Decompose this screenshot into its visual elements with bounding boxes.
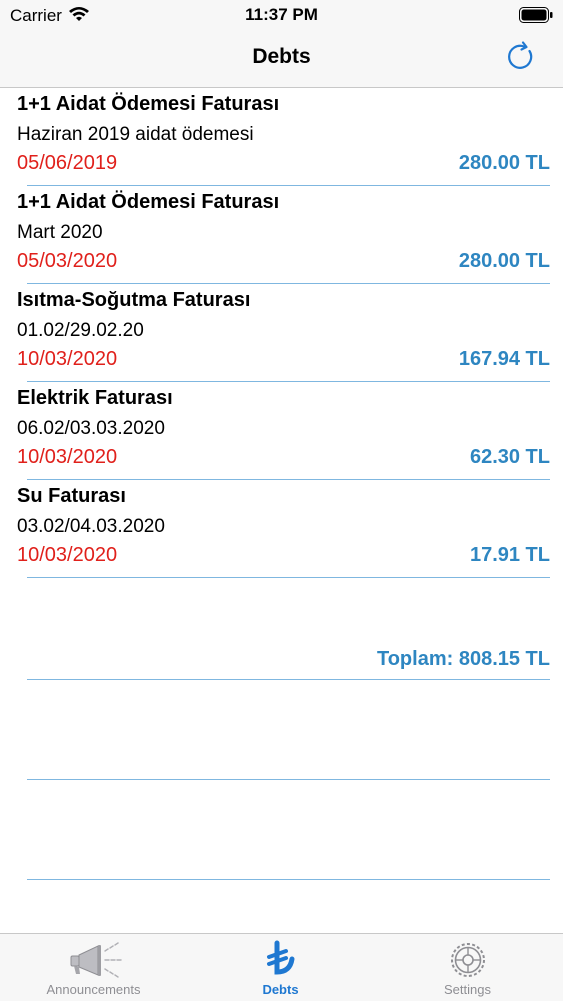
row-separator: [27, 879, 550, 880]
debt-row[interactable]: Elektrik Faturası 06.02/03.03.2020 10/03…: [0, 382, 563, 480]
tab-label: Debts: [262, 982, 299, 997]
status-bar: Carrier 11:37 PM: [0, 0, 563, 30]
tab-debts[interactable]: Debts: [187, 934, 374, 1001]
debt-description: Mart 2020: [17, 222, 103, 243]
page-title: Debts: [252, 45, 311, 68]
tab-label: Announcements: [46, 982, 141, 997]
debt-amount: 62.30 TL: [469, 446, 550, 468]
debt-row[interactable]: Su Faturası 03.02/04.03.2020 10/03/2020 …: [0, 480, 563, 578]
debt-title: 1+1 Aidat Ödemesi Faturası: [17, 93, 280, 115]
debt-due-date: 05/03/2020: [17, 250, 118, 272]
debt-title: Su Faturası: [17, 485, 126, 507]
lira-icon: [266, 940, 294, 975]
tab-settings[interactable]: Settings: [374, 934, 561, 1001]
debt-row[interactable]: 1+1 Aidat Ödemesi Faturası Haziran 2019 …: [0, 88, 563, 186]
tab-label: Settings: [444, 982, 491, 997]
debt-amount: 280.00 TL: [458, 152, 550, 174]
row-separator: [27, 577, 550, 578]
navigation-bar: Debts: [0, 30, 563, 88]
debt-description: 03.02/04.03.2020: [17, 516, 165, 537]
debt-row[interactable]: Isıtma-Soğutma Faturası 01.02/29.02.20 1…: [0, 284, 563, 382]
debt-row[interactable]: 1+1 Aidat Ödemesi Faturası Mart 2020 05/…: [0, 186, 563, 284]
row-separator: [27, 679, 550, 680]
row-separator: [27, 779, 550, 780]
gear-icon: [450, 943, 485, 977]
debt-due-date: 05/06/2019: [17, 152, 118, 174]
debt-description: Haziran 2019 aidat ödemesi: [17, 124, 254, 145]
debt-list: 1+1 Aidat Ödemesi Faturası Haziran 2019 …: [0, 88, 563, 578]
total-amount: Toplam: 808.15 TL: [376, 648, 550, 670]
debt-amount: 17.91 TL: [469, 544, 550, 566]
battery-icon: [519, 7, 553, 23]
debt-title: Isıtma-Soğutma Faturası: [17, 289, 251, 311]
debt-due-date: 10/03/2020: [17, 348, 118, 370]
debt-description: 01.02/29.02.20: [17, 320, 144, 341]
debt-amount: 280.00 TL: [458, 250, 550, 272]
debt-title: 1+1 Aidat Ödemesi Faturası: [17, 191, 280, 213]
total-row: Toplam: 808.15 TL: [0, 640, 563, 680]
tab-bar: Announcements Debts Settings: [0, 933, 563, 1001]
megaphone-icon: [70, 942, 122, 978]
debt-title: Elektrik Faturası: [17, 387, 173, 409]
debt-description: 06.02/03.03.2020: [17, 418, 165, 439]
debt-due-date: 10/03/2020: [17, 446, 118, 468]
tab-announcements[interactable]: Announcements: [0, 934, 187, 1001]
clock: 11:37 PM: [245, 5, 318, 24]
refresh-icon[interactable]: [505, 40, 537, 72]
debt-amount: 167.94 TL: [458, 348, 550, 370]
debt-due-date: 10/03/2020: [17, 544, 118, 566]
